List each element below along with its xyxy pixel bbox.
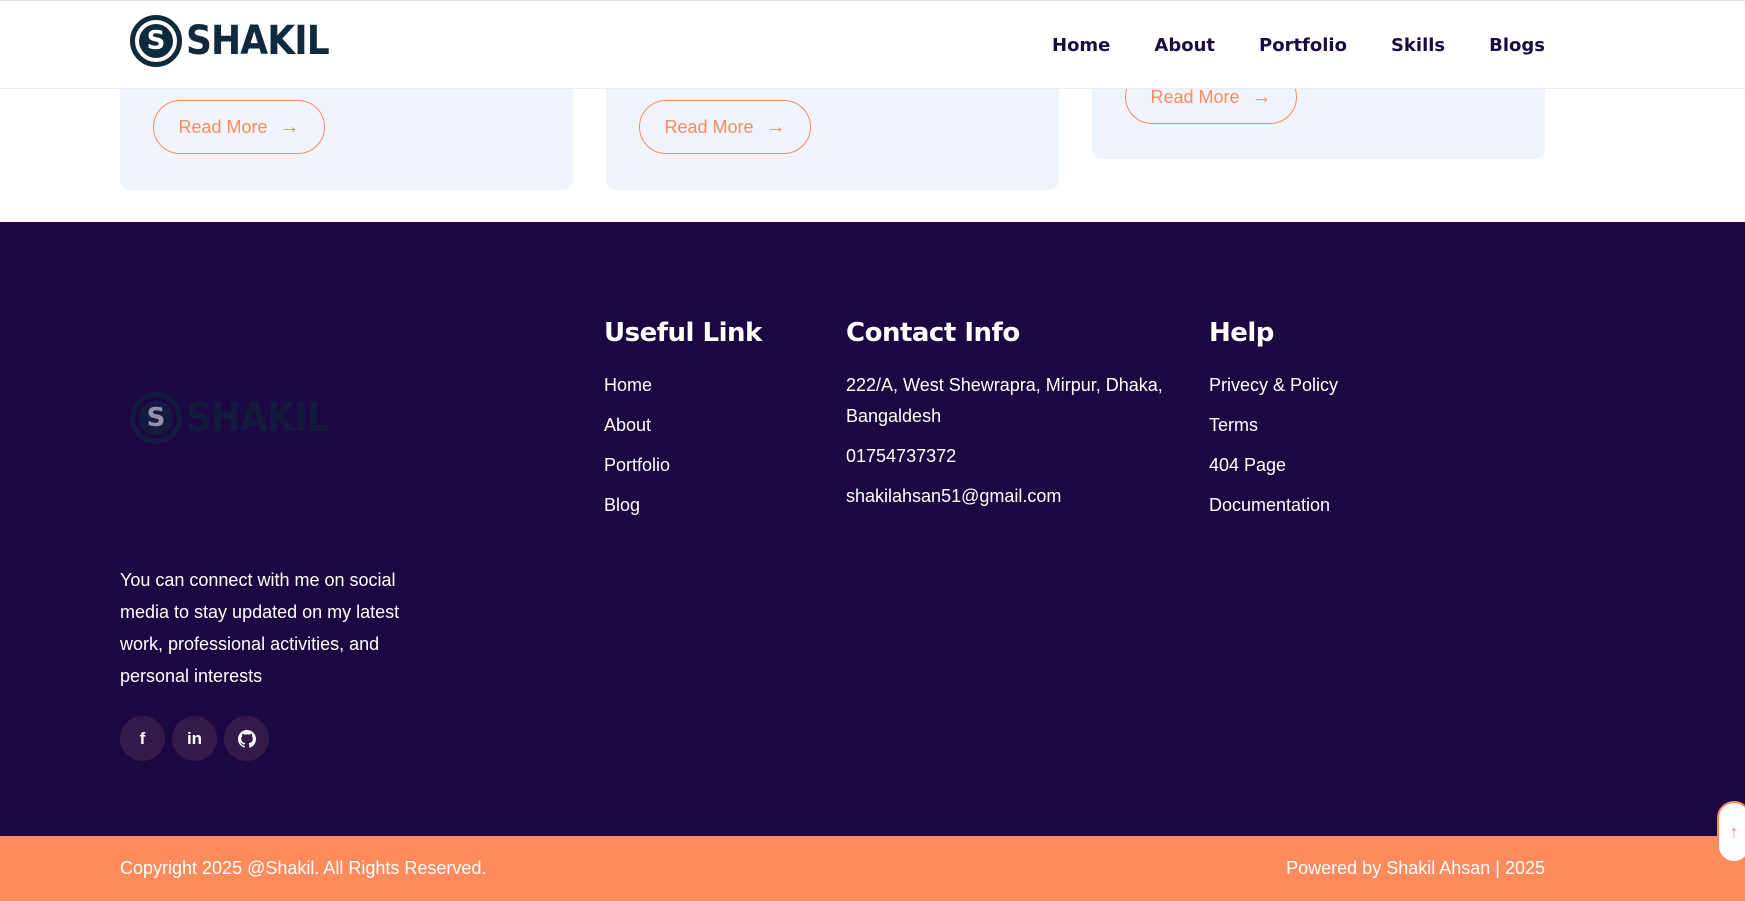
site-header: S SHAKIL Home About Portfolio Skills Blo…	[0, 0, 1745, 89]
blog-card: Read More →	[606, 89, 1059, 190]
blog-card: Read More →	[1092, 70, 1545, 159]
nav-about[interactable]: About	[1154, 35, 1215, 56]
read-more-button[interactable]: Read More →	[639, 100, 811, 154]
logo-letter: S	[139, 401, 173, 435]
github-icon-glyph	[237, 729, 256, 748]
help-column: Help Privecy & Policy Terms 404 Page Doc…	[1209, 318, 1338, 530]
nav-home[interactable]: Home	[1052, 35, 1110, 56]
logo[interactable]: S SHAKIL	[130, 15, 345, 67]
useful-links-title: Useful Link	[604, 318, 762, 348]
scroll-to-top-button[interactable]: ↑	[1717, 801, 1745, 863]
social-links: f in	[120, 716, 269, 761]
facebook-icon[interactable]: f	[120, 716, 165, 761]
arrow-up-icon: ↑	[1729, 821, 1739, 842]
blog-cards-strip: Read More → Read More → Read More →	[0, 70, 1745, 222]
footer-link-about[interactable]: About	[604, 410, 762, 441]
contact-email[interactable]: shakilahsan51@gmail.com	[846, 481, 1176, 512]
footer-about-text: You can connect with me on social media …	[120, 570, 400, 686]
help-link-terms[interactable]: Terms	[1209, 410, 1338, 441]
footer-logo[interactable]: S SHAKIL	[130, 392, 345, 444]
contact-address: 222/A, West Shewrapra, Mirpur, Dhaka, Ba…	[846, 375, 1163, 426]
nav-skills[interactable]: Skills	[1391, 35, 1445, 56]
main-nav: Home About Portfolio Skills Blogs	[1052, 1, 1545, 90]
logo-text: SHAKIL	[186, 18, 330, 64]
copyright-text: Copyright 2025 @Shakil. All Rights Reser…	[120, 858, 487, 878]
help-link-documentation[interactable]: Documentation	[1209, 490, 1338, 521]
help-title: Help	[1209, 318, 1274, 348]
arrow-right-icon: →	[765, 116, 786, 138]
footer-link-blog[interactable]: Blog	[604, 490, 762, 521]
help-link-privacy[interactable]: Privecy & Policy	[1209, 370, 1338, 401]
read-more-label: Read More	[178, 116, 268, 137]
github-icon[interactable]	[224, 716, 269, 761]
contact-phone[interactable]: 01754737372	[846, 441, 1176, 472]
copyright-bar: Copyright 2025 @Shakil. All Rights Reser…	[0, 836, 1745, 901]
linkedin-icon[interactable]: in	[172, 716, 217, 761]
logo-letter: S	[139, 24, 173, 58]
contact-info-title: Contact Info	[846, 318, 1020, 348]
arrow-right-icon: →	[279, 116, 300, 138]
footer-link-portfolio[interactable]: Portfolio	[604, 450, 762, 481]
footer-link-home[interactable]: Home	[604, 370, 762, 401]
contact-info-column: Contact Info 222/A, West Shewrapra, Mirp…	[846, 318, 1176, 521]
nav-blogs[interactable]: Blogs	[1489, 35, 1545, 56]
site-footer: S SHAKIL You can connect with me on soci…	[0, 222, 1745, 836]
help-link-404[interactable]: 404 Page	[1209, 450, 1338, 481]
logo-mark: S	[130, 392, 182, 444]
read-more-button[interactable]: Read More →	[153, 100, 325, 154]
arrow-right-icon: →	[1251, 86, 1272, 108]
nav-portfolio[interactable]: Portfolio	[1259, 35, 1347, 56]
read-more-label: Read More	[664, 116, 754, 137]
logo-mark: S	[130, 15, 182, 67]
useful-links-column: Useful Link Home About Portfolio Blog	[604, 318, 762, 530]
logo-text: SHAKIL	[186, 395, 330, 441]
powered-by-text: Powered by Shakil Ahsan | 2025	[1286, 858, 1545, 878]
blog-card: Read More →	[120, 89, 573, 190]
